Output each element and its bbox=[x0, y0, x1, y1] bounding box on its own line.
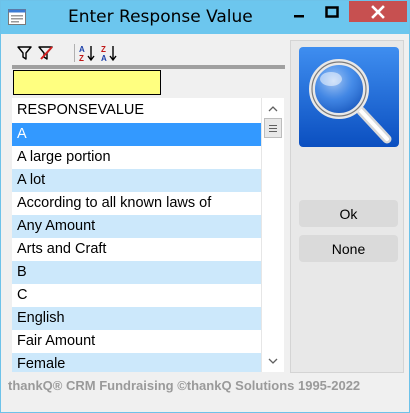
table-row[interactable]: C bbox=[12, 284, 261, 307]
svg-text:A: A bbox=[101, 54, 107, 62]
grid-rows: A A large portion A lot According to all… bbox=[12, 123, 261, 372]
close-icon bbox=[371, 4, 385, 19]
action-panel: Ok None bbox=[290, 40, 404, 373]
svg-text:Z: Z bbox=[101, 45, 106, 54]
chevron-down-icon bbox=[268, 358, 277, 364]
svg-text:Z: Z bbox=[79, 54, 84, 62]
table-row[interactable]: Female bbox=[12, 353, 261, 372]
table-row[interactable]: According to all known laws of bbox=[12, 192, 261, 215]
response-value-grid: RESPONSEVALUE A A large portion A lot Ac… bbox=[12, 98, 284, 372]
grid-toolbar: A Z Z A bbox=[12, 40, 285, 66]
scroll-down-button[interactable] bbox=[262, 351, 283, 371]
ok-button[interactable]: Ok bbox=[299, 200, 398, 227]
chevron-up-icon bbox=[268, 105, 277, 111]
filter-input[interactable] bbox=[13, 70, 161, 95]
toolbar-divider bbox=[12, 65, 285, 69]
svg-text:A: A bbox=[79, 45, 85, 54]
close-button[interactable] bbox=[349, 1, 407, 22]
toolbar-separator bbox=[74, 44, 75, 62]
table-row[interactable]: Any Amount bbox=[12, 215, 261, 238]
column-header-responsevalue[interactable]: RESPONSEVALUE bbox=[12, 98, 261, 123]
table-row[interactable]: Fair Amount bbox=[12, 330, 261, 353]
table-row[interactable]: B bbox=[12, 261, 261, 284]
sort-descending-icon[interactable]: Z A bbox=[100, 44, 118, 62]
sort-ascending-icon[interactable]: A Z bbox=[78, 44, 96, 62]
scroll-thumb[interactable] bbox=[264, 118, 282, 138]
magnifier-icon bbox=[299, 47, 399, 147]
minimize-icon bbox=[293, 14, 304, 17]
none-button[interactable]: None bbox=[299, 235, 398, 262]
scroll-up-button[interactable] bbox=[262, 98, 283, 118]
copyright-text: thankQ® CRM Fundraising ©thankQ Solution… bbox=[8, 378, 361, 393]
search-logo bbox=[299, 47, 399, 147]
window-title: Enter Response Value bbox=[68, 7, 253, 27]
table-row[interactable]: A lot bbox=[12, 169, 261, 192]
title-bar[interactable]: Enter Response Value bbox=[1, 1, 409, 34]
table-row[interactable]: A large portion bbox=[12, 146, 261, 169]
minimize-button[interactable] bbox=[282, 1, 315, 22]
table-row[interactable]: English bbox=[12, 307, 261, 330]
table-row[interactable]: A bbox=[12, 123, 261, 146]
dialog-window: Enter Response Value A Z Z A RESPONSEVAL… bbox=[0, 0, 410, 413]
grip-icon bbox=[269, 124, 277, 132]
maximize-icon bbox=[325, 5, 339, 18]
table-row[interactable]: Arts and Craft bbox=[12, 238, 261, 261]
clear-filter-icon[interactable] bbox=[37, 44, 55, 62]
filter-icon[interactable] bbox=[16, 44, 34, 62]
maximize-button[interactable] bbox=[315, 1, 349, 22]
status-footer: thankQ® CRM Fundraising ©thankQ Solution… bbox=[1, 373, 409, 412]
app-icon bbox=[8, 9, 26, 25]
vertical-scrollbar[interactable] bbox=[261, 98, 283, 372]
